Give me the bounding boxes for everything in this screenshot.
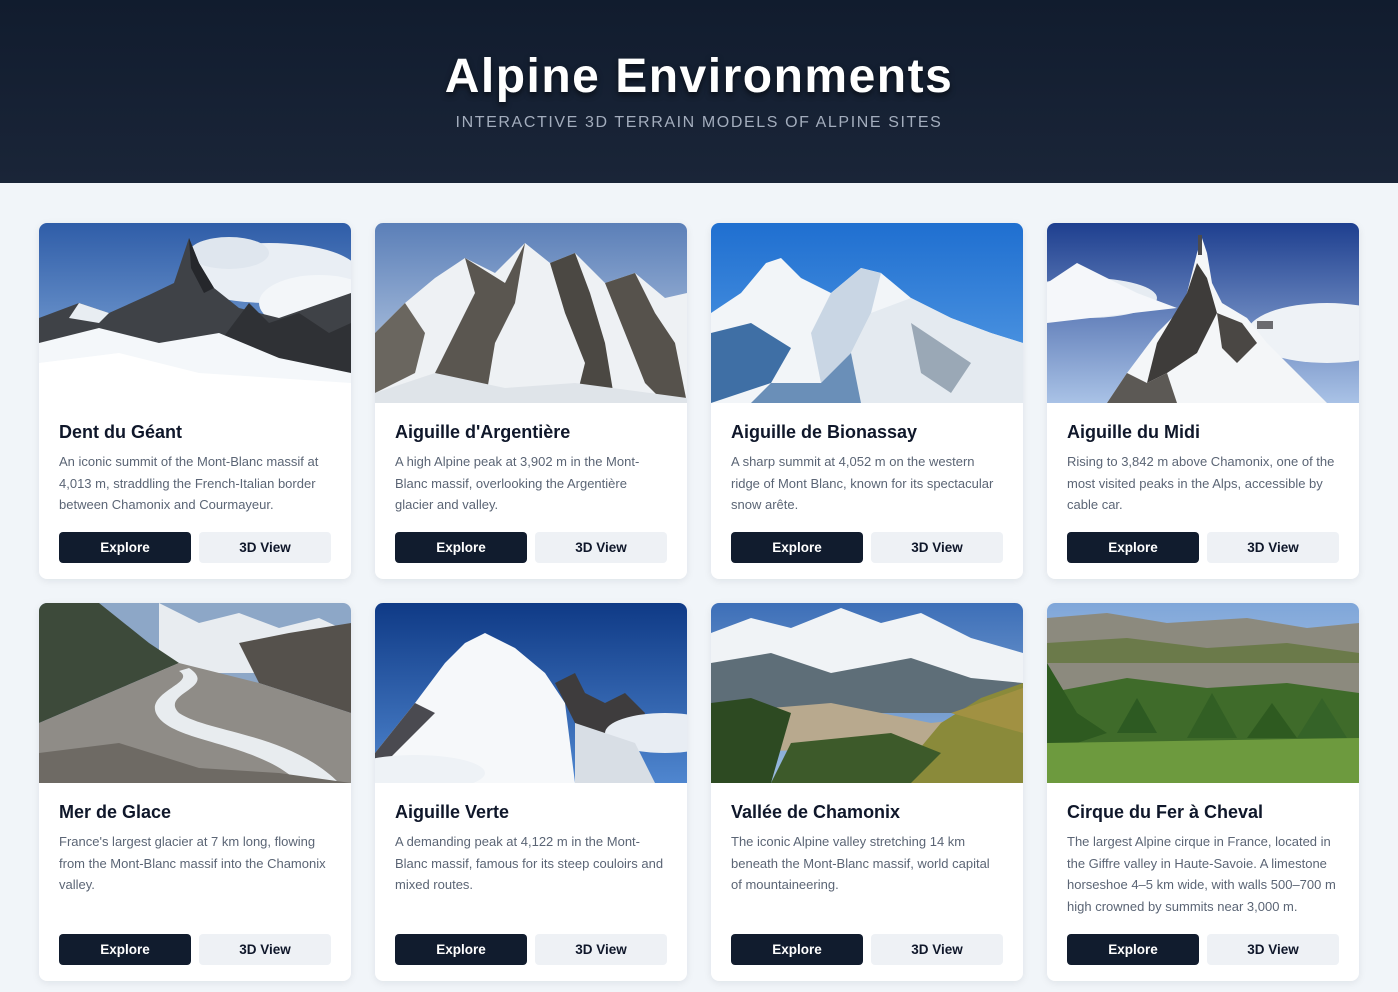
site-card-mer-de-glace: Mer de Glace France's largest glacier at… <box>39 603 351 981</box>
3d-view-button[interactable]: 3D View <box>535 934 667 965</box>
site-image-cirque-du-fer-a-cheval[interactable] <box>1047 603 1359 783</box>
site-card-vallee-de-chamonix: Vallée de Chamonix The iconic Alpine val… <box>711 603 1023 981</box>
site-title: Cirque du Fer à Cheval <box>1067 802 1264 822</box>
site-image-aiguille-de-bionassay[interactable] <box>711 223 1023 403</box>
site-title: Aiguille du Midi <box>1067 422 1200 442</box>
site-title: Aiguille d'Argentière <box>395 422 571 442</box>
site-image-dent-du-geant[interactable] <box>39 223 351 403</box>
site-description: Rising to 3,842 m above Chamonix, one of… <box>1067 454 1335 512</box>
explore-button[interactable]: Explore <box>731 532 863 563</box>
site-description: A high Alpine peak at 3,902 m in the Mon… <box>395 454 640 512</box>
explore-button[interactable]: Explore <box>59 934 191 965</box>
site-description: A demanding peak at 4,122 m in the Mont-… <box>395 834 664 892</box>
site-title: Vallée de Chamonix <box>731 802 901 822</box>
explore-button[interactable]: Explore <box>395 532 527 563</box>
explore-button[interactable]: Explore <box>731 934 863 965</box>
site-card-cirque-du-fer-a-cheval: Cirque du Fer à Cheval The largest Alpin… <box>1047 603 1359 981</box>
site-image-aiguille-du-midi[interactable] <box>1047 223 1359 403</box>
site-title: Aiguille Verte <box>395 802 510 822</box>
site-image-mer-de-glace[interactable] <box>39 603 351 783</box>
site-description: An iconic summit of the Mont-Blanc massi… <box>59 454 319 512</box>
3d-view-button[interactable]: 3D View <box>1207 532 1339 563</box>
site-description: The iconic Alpine valley stretching 14 k… <box>731 834 990 892</box>
3d-view-button[interactable]: 3D View <box>871 532 1003 563</box>
site-title: Dent du Géant <box>59 422 183 442</box>
site-image-aiguille-verte[interactable] <box>375 603 687 783</box>
explore-button[interactable]: Explore <box>59 532 191 563</box>
site-title: Mer de Glace <box>59 802 172 822</box>
site-card-aiguille-verte: Aiguille Verte A demanding peak at 4,122… <box>375 603 687 981</box>
site-card-aiguille-d-argentiere: Aiguille d'Argentière A high Alpine peak… <box>375 223 687 579</box>
site-image-aiguille-d-argentiere[interactable] <box>375 223 687 403</box>
site-image-vallee-de-chamonix[interactable] <box>711 603 1023 783</box>
3d-view-button[interactable]: 3D View <box>1207 934 1339 965</box>
site-card-grid: Dent du Géant An iconic summit of the Mo… <box>0 183 1398 981</box>
page-header: Alpine Environments INTERACTIVE 3D TERRA… <box>0 0 1398 183</box>
site-description: A sharp summit at 4,052 m on the western… <box>731 454 994 512</box>
3d-view-button[interactable]: 3D View <box>535 532 667 563</box>
site-description: The largest Alpine cirque in France, loc… <box>1067 834 1336 914</box>
3d-view-button[interactable]: 3D View <box>199 934 331 965</box>
explore-button[interactable]: Explore <box>1067 934 1199 965</box>
site-card-aiguille-du-midi: Aiguille du Midi Rising to 3,842 m above… <box>1047 223 1359 579</box>
site-description: France's largest glacier at 7 km long, f… <box>59 834 326 892</box>
page-subtitle: INTERACTIVE 3D TERRAIN MODELS OF ALPINE … <box>455 114 943 131</box>
explore-button[interactable]: Explore <box>1067 532 1199 563</box>
3d-view-button[interactable]: 3D View <box>199 532 331 563</box>
site-card-aiguille-de-bionassay: Aiguille de Bionassay A sharp summit at … <box>711 223 1023 579</box>
explore-button[interactable]: Explore <box>395 934 527 965</box>
site-title: Aiguille de Bionassay <box>731 422 918 442</box>
3d-view-button[interactable]: 3D View <box>871 934 1003 965</box>
page-title: Alpine Environments <box>444 50 954 103</box>
site-card-dent-du-geant: Dent du Géant An iconic summit of the Mo… <box>39 223 351 579</box>
